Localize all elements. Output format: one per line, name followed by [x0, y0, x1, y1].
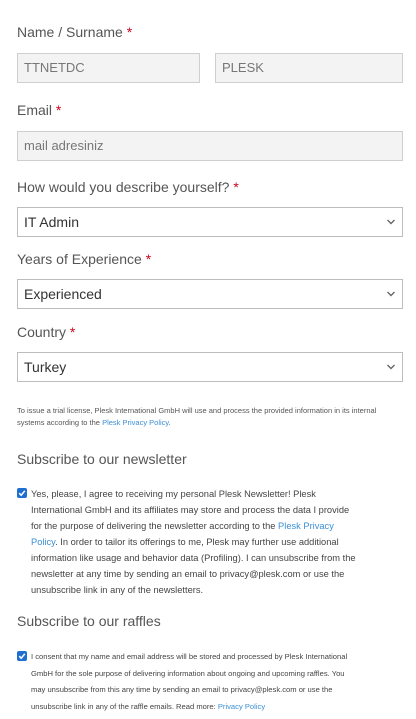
- checkmark-icon: [18, 490, 26, 497]
- raffles-text-line: may unsubscribe from this any time by se…: [31, 685, 333, 694]
- newsletter-text-line: newsletter at any time by sending an ema…: [31, 569, 345, 579]
- required-mark: *: [145, 251, 152, 267]
- email-label: Email *: [17, 102, 61, 118]
- experience-label: Years of Experience *: [17, 251, 151, 267]
- newsletter-text-line: International GmbH and its affiliates ma…: [31, 505, 350, 515]
- experience-select[interactable]: Experienced: [17, 279, 403, 309]
- country-selected-value: Turkey: [24, 359, 67, 375]
- required-mark: *: [233, 179, 239, 195]
- newsletter-consent-text: Yes, please, I agree to receiving my per…: [31, 486, 403, 598]
- newsletter-text-line: information like usage and behavior data…: [31, 553, 356, 563]
- country-select[interactable]: Turkey: [17, 352, 403, 382]
- raffles-text-line: GmbH for the sole purpose of delivering …: [31, 668, 345, 678]
- notice-line-1: To issue a trial license, Plesk Internat…: [17, 406, 377, 415]
- raffles-text-line: I consent that my name and email address…: [31, 652, 348, 661]
- newsletter-text-line: for the purpose of delivering the newsle…: [31, 521, 276, 531]
- newsletter-consent: Yes, please, I agree to receiving my per…: [17, 486, 403, 600]
- required-mark: *: [55, 102, 62, 118]
- email-field[interactable]: mail adresiniz: [17, 131, 403, 161]
- notice-line-2: systems according to the: [17, 418, 100, 427]
- last-name-field[interactable]: PLESK: [215, 53, 403, 83]
- required-mark: *: [69, 324, 76, 340]
- raffles-consent-text: I consent that my name and email address…: [31, 649, 403, 715]
- raffles-text-line: unsubscribe link in any of the raffle em…: [31, 701, 216, 711]
- experience-label-text: Years of Experience: [17, 251, 142, 267]
- name-surname-label-text: Name / Surname: [17, 24, 123, 40]
- describe-label-text: How would you describe yourself?: [17, 179, 230, 195]
- describe-select[interactable]: IT Admin: [17, 207, 403, 237]
- first-name-field[interactable]: TTNETDC: [17, 53, 200, 83]
- newsletter-text-line: Yes, please, I agree to receiving my per…: [31, 489, 316, 499]
- describe-label: How would you describe yourself? *: [17, 179, 239, 195]
- chevron-down-icon: [387, 219, 395, 225]
- newsletter-checkbox[interactable]: [17, 488, 27, 498]
- newsletter-text-line: . In order to tailor its offerings to me…: [55, 537, 339, 547]
- newsletter-privacy-link[interactable]: Plesk Privacy: [278, 521, 334, 531]
- chevron-down-icon: [387, 291, 395, 297]
- email-label-text: Email: [17, 102, 53, 118]
- newsletter-text-line: unsubscribe link in any of the newslette…: [31, 585, 204, 595]
- newsletter-heading: Subscribe to our newsletter: [17, 451, 187, 467]
- required-mark: *: [126, 24, 133, 40]
- checkmark-icon: [18, 653, 26, 660]
- chevron-down-icon: [387, 364, 395, 370]
- newsletter-privacy-link-cont[interactable]: Policy: [31, 537, 55, 547]
- raffles-heading: Subscribe to our raffles: [17, 613, 161, 629]
- experience-selected-value: Experienced: [24, 286, 102, 302]
- trial-license-notice: To issue a trial license, Plesk Internat…: [17, 405, 403, 429]
- raffles-privacy-link[interactable]: Privacy Policy: [218, 702, 265, 711]
- describe-selected-value: IT Admin: [24, 214, 79, 230]
- country-label: Country *: [17, 324, 75, 340]
- notice-end: .: [168, 418, 171, 427]
- notice-privacy-link[interactable]: Plesk Privacy Policy: [102, 418, 169, 427]
- raffles-checkbox[interactable]: [17, 651, 27, 661]
- country-label-text: Country: [17, 324, 67, 340]
- raffles-consent: I consent that my name and email address…: [17, 649, 403, 715]
- name-surname-label: Name / Surname *: [17, 24, 132, 40]
